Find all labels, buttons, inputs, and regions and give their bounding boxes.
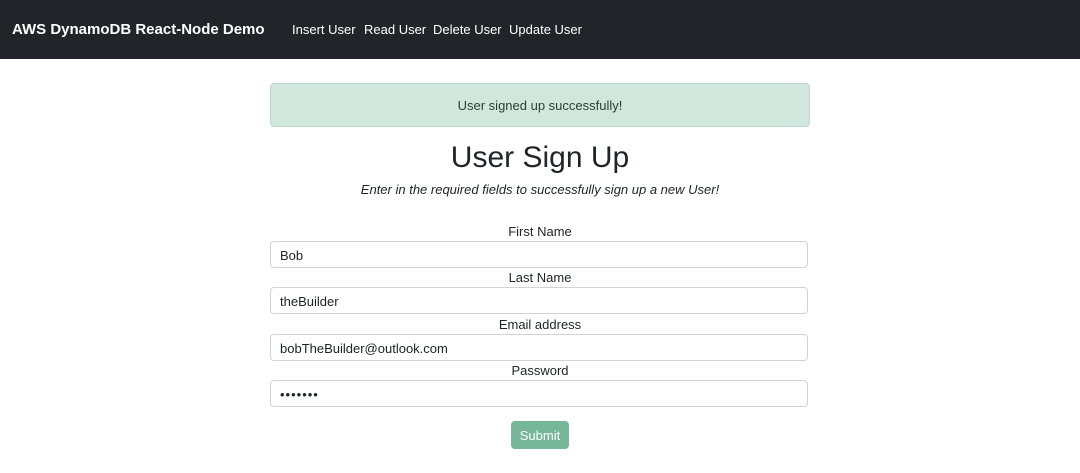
navbar: AWS DynamoDB React-Node Demo Insert User… <box>0 0 1080 59</box>
last-name-label: Last Name <box>508 270 572 285</box>
nav-link-insert-user[interactable]: Insert User <box>292 21 356 39</box>
nav-link-update-user[interactable]: Update User <box>509 21 582 39</box>
first-name-field[interactable]: Bob <box>270 241 808 268</box>
success-alert: User signed up successfully! <box>270 83 810 127</box>
success-alert-message: User signed up successfully! <box>457 97 623 113</box>
page-subtitle: Enter in the required fields to successf… <box>360 182 720 197</box>
email-label: Email address <box>498 317 582 332</box>
password-label: Password <box>511 363 569 378</box>
first-name-label: First Name <box>508 224 572 239</box>
page-title: User Sign Up <box>450 141 630 174</box>
email-field[interactable]: bobTheBuilder@outlook.com <box>270 334 808 361</box>
password-field[interactable]: ••••••• <box>270 380 808 407</box>
nav-link-delete-user[interactable]: Delete User <box>433 21 502 39</box>
navbar-brand[interactable]: AWS DynamoDB React-Node Demo <box>12 20 265 40</box>
submit-button[interactable]: Submit <box>511 421 569 449</box>
last-name-field[interactable]: theBuilder <box>270 287 808 314</box>
nav-link-read-user[interactable]: Read User <box>364 21 426 39</box>
